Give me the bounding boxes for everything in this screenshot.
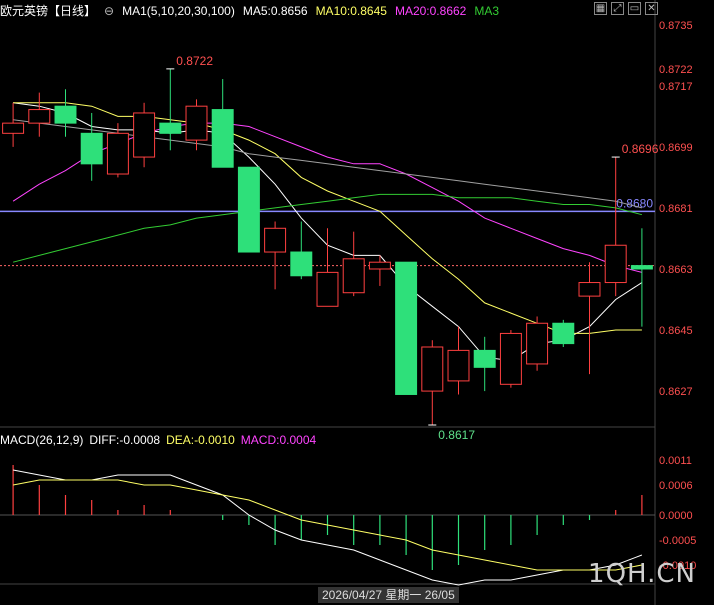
candle-16 <box>421 340 444 425</box>
candle-body <box>316 271 339 307</box>
candle-1 <box>28 92 51 137</box>
candle-14 <box>368 255 391 286</box>
macd-diff-value: DIFF:-0.0008 <box>89 433 161 447</box>
candle-9 <box>237 166 260 253</box>
candle-body <box>421 346 444 392</box>
candle-18 <box>473 336 496 392</box>
macd-tick-1: 0.0006 <box>659 480 693 492</box>
candle-17 <box>447 326 470 395</box>
symbol-name[interactable]: 欧元英镑 <box>0 4 48 18</box>
candle-body <box>395 261 418 395</box>
candle-21 <box>552 319 575 347</box>
ma10-value: MA10:0.8645 <box>315 4 387 18</box>
macd-params[interactable]: MACD(26,12,9) <box>0 433 83 447</box>
candle-11 <box>290 221 313 280</box>
grid-icon[interactable]: ▦ <box>594 2 607 15</box>
candle-4 <box>106 123 129 178</box>
candle-body <box>368 261 391 270</box>
candle-body <box>578 282 601 297</box>
candle-body <box>28 109 51 124</box>
macd-line-dea <box>13 479 642 571</box>
candle-body <box>526 322 549 365</box>
expand-icon[interactable]: ⤢ <box>611 2 624 15</box>
candle-body <box>499 332 522 385</box>
settings-icon[interactable]: ⊖ <box>104 4 114 18</box>
chart-header: 欧元英镑【日线】 ⊖ MA1(5,10,20,30,100) MA5:0.8656 MA… <box>0 2 507 18</box>
candle-body <box>552 322 575 345</box>
candle-body <box>264 227 287 253</box>
candle-15 <box>395 261 418 395</box>
ma20-value: MA20:0.8662 <box>394 4 467 18</box>
annotation-label-2: 0.8617 <box>438 428 475 442</box>
price-tick-0: 0.8735 <box>659 20 693 32</box>
price-tick-4: 0.8681 <box>659 203 693 215</box>
macd-tick-0: 0.0011 <box>659 455 692 467</box>
annotation-label-0: 0.8722 <box>176 54 213 68</box>
price-tick-6: 0.8645 <box>659 325 693 337</box>
macd-tick-3: -0.0005 <box>659 535 696 547</box>
candle-24 <box>630 228 653 327</box>
candle-body <box>604 244 627 284</box>
candle-body <box>211 109 234 168</box>
candle-20 <box>526 316 549 371</box>
close-icon[interactable]: ✕ <box>645 2 658 15</box>
price-tick-3: 0.8699 <box>659 142 693 154</box>
candle-19 <box>499 330 522 388</box>
macd-value: MACD:0.0004 <box>240 433 317 447</box>
candle-body <box>54 105 77 124</box>
annotation-label-1: 0.8696 <box>622 142 659 156</box>
ma-params[interactable]: MA1(5,10,20,30,100) <box>122 4 235 18</box>
candle-12 <box>316 228 339 307</box>
candle-body <box>2 122 25 134</box>
candle-body <box>630 265 653 270</box>
window-tools: ▦ ⤢ ▭ ✕ <box>594 2 658 15</box>
period-label[interactable]: 【日线】 <box>48 4 96 18</box>
candle-body <box>106 132 129 175</box>
watermark-logo: 1QH.CN <box>588 559 696 589</box>
candle-body <box>237 166 260 253</box>
macd-header: MACD(26,12,9) DIFF:-0.0008 DEA:-0.0010 MACD… <box>0 433 322 447</box>
candle-body <box>80 132 103 165</box>
price-tick-1: 0.8722 <box>659 64 693 76</box>
candle-23 <box>604 157 627 297</box>
price-tick-2: 0.8717 <box>659 81 693 93</box>
ma30-value: MA3 <box>474 4 500 18</box>
candle-body <box>447 349 470 382</box>
candle-13 <box>342 231 365 297</box>
ma5-value: MA5:0.8656 <box>242 4 308 18</box>
crosshair-date-label: 2026/04/27 星期一 26/05 <box>318 587 459 603</box>
candle-body <box>290 251 313 277</box>
macd-tick-2: 0.0000 <box>659 510 693 522</box>
price-tick-5: 0.8663 <box>659 264 693 276</box>
candle-body <box>133 112 156 158</box>
candle-5 <box>133 102 156 168</box>
candle-body <box>159 122 182 134</box>
candle-2 <box>54 89 77 137</box>
candle-body <box>185 105 208 141</box>
candle-22 <box>578 262 601 375</box>
price-tick-7: 0.8627 <box>659 386 693 398</box>
horizontal-line-label: 0.8680 <box>616 196 653 210</box>
candle-body <box>473 349 496 368</box>
macd-dea-value: DEA:-0.0010 <box>166 433 235 447</box>
candle-10 <box>264 221 287 290</box>
candle-6 <box>159 68 182 151</box>
candle-0 <box>2 102 25 147</box>
candle-body <box>342 258 365 294</box>
minimize-icon[interactable]: ▭ <box>628 2 641 15</box>
candlestick-chart[interactable]: 0.8735 0.8722 0.8717 0.8699 0.8681 0.8663 0.86… <box>0 0 714 605</box>
candle-8 <box>211 79 234 168</box>
